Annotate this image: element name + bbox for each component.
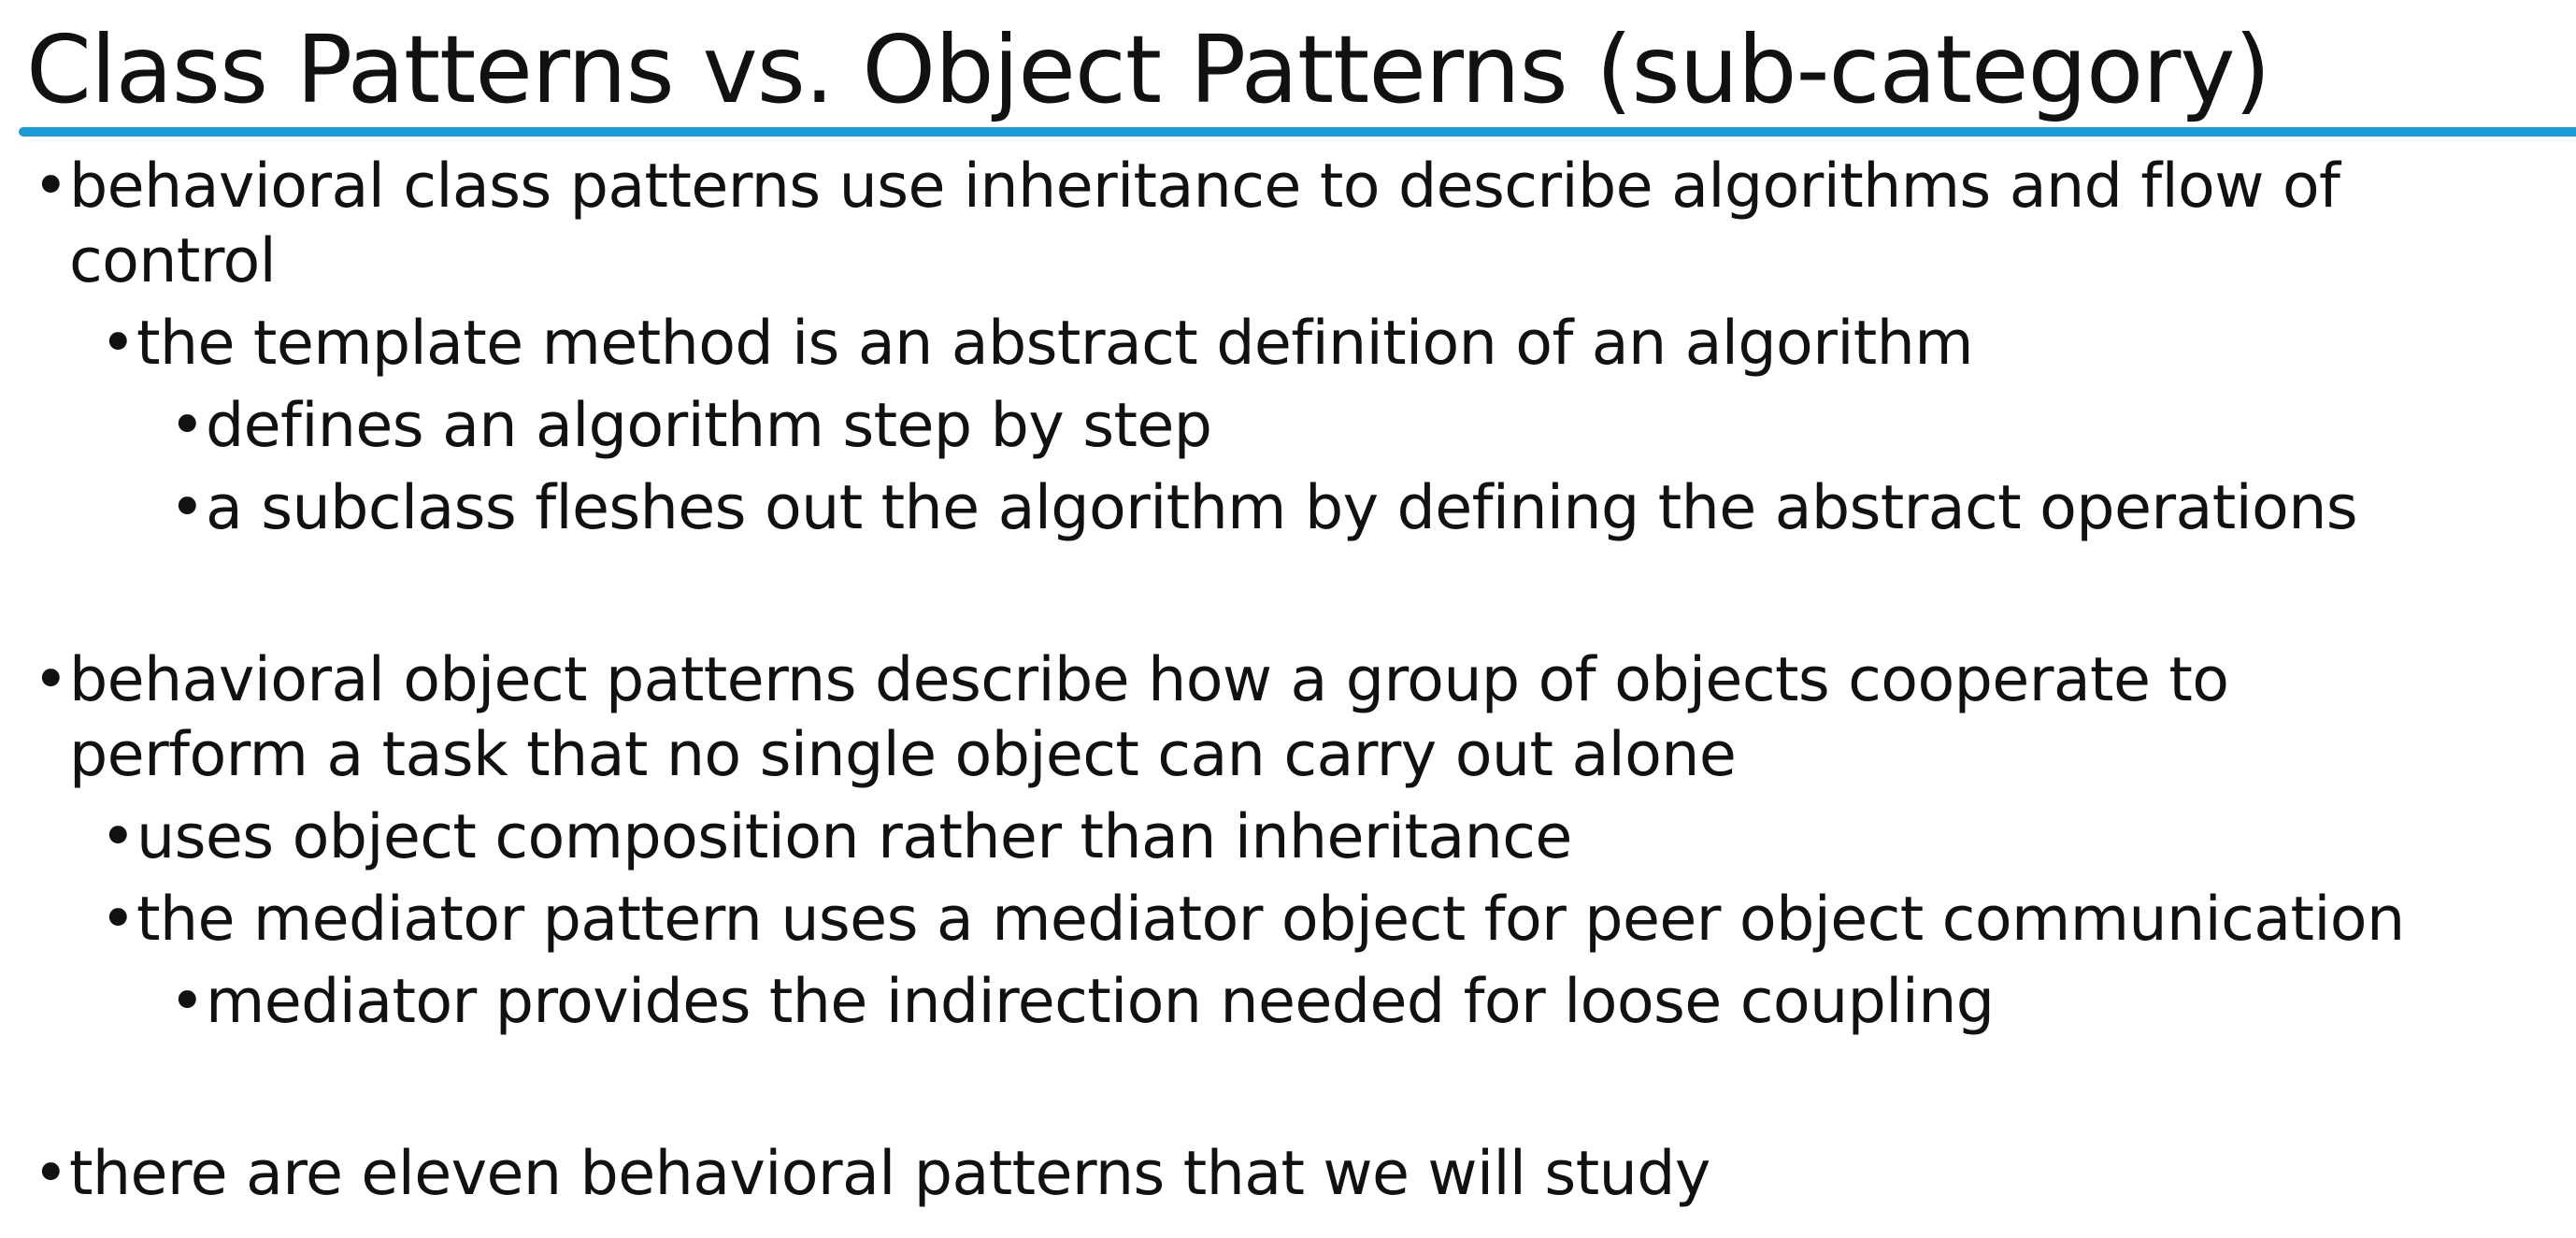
title-underline	[19, 127, 2576, 137]
bullet-icon: •	[169, 473, 205, 543]
bullet-text: defines an algorithm step by step	[206, 391, 1212, 461]
bullet-icon: •	[100, 885, 136, 955]
sub-sub-bullet-mediator-indirection: • mediator provides the indirection need…	[0, 965, 2576, 1040]
slide-body: • behavioral class patterns use inherita…	[0, 150, 2576, 1212]
bullet-text: mediator provides the indirection needed…	[206, 967, 1995, 1037]
bullet-icon: •	[100, 802, 136, 872]
bullet-text: behavioral class patterns use inheritanc…	[69, 151, 2340, 222]
bullet-icon: •	[100, 309, 136, 379]
bullet-text: there are eleven behavioral patterns tha…	[69, 1139, 1710, 1209]
bullet-text: the mediator pattern uses a mediator obj…	[136, 885, 2405, 955]
bullet-text-continued: perform a task that no single object can…	[69, 720, 1737, 790]
bullet-eleven-behavioral-patterns: • there are eleven behavioral patterns t…	[0, 1137, 2576, 1212]
bullet-icon: •	[169, 967, 205, 1037]
bullet-icon: •	[33, 645, 68, 715]
sub-sub-bullet-subclass-fleshes-out: • a subclass fleshes out the algorithm b…	[0, 471, 2576, 546]
sub-sub-bullet-defines-algorithm: • defines an algorithm step by step	[0, 389, 2576, 464]
bullet-icon: •	[33, 1139, 68, 1209]
sub-bullet-object-composition: • uses object composition rather than in…	[0, 800, 2576, 875]
bullet-behavioral-class-patterns: • behavioral class patterns use inherita…	[0, 150, 2576, 299]
bullet-behavioral-object-patterns: • behavioral object patterns describe ho…	[0, 643, 2576, 793]
sub-bullet-mediator-pattern: • the mediator pattern uses a mediator o…	[0, 883, 2576, 957]
sub-bullet-template-method: • the template method is an abstract def…	[0, 307, 2576, 381]
bullet-text-continued: control	[69, 226, 277, 296]
bullet-icon: •	[33, 151, 68, 222]
bullet-text: uses object composition rather than inhe…	[136, 802, 1572, 872]
bullet-text: behavioral object patterns describe how …	[69, 645, 2229, 715]
bullet-icon: •	[169, 391, 205, 461]
bullet-text: a subclass fleshes out the algorithm by …	[206, 473, 2358, 543]
slide-title: Class Patterns vs. Object Patterns (sub-…	[26, 15, 2271, 124]
bullet-text: the template method is an abstract defin…	[136, 309, 1974, 379]
